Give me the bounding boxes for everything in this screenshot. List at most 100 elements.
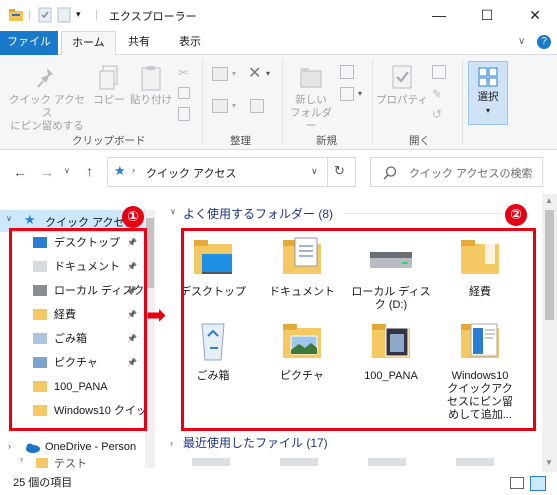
scroll-up-icon[interactable]: ▲ <box>545 196 553 205</box>
chevron-down-icon[interactable]: ∨ <box>170 207 176 216</box>
list-item[interactable] <box>368 458 406 466</box>
collapse-ribbon-icon[interactable]: ∨ <box>518 36 525 47</box>
group-label-open: 開く <box>409 135 430 147</box>
star-icon: ★ <box>24 212 36 227</box>
breadcrumb-separator-icon: › <box>132 165 135 175</box>
tab-view[interactable]: 表示 <box>169 31 211 55</box>
chevron-down-icon: ▾ <box>358 89 363 98</box>
star-icon: ★ <box>114 163 126 178</box>
properties-quick-icon[interactable] <box>38 7 52 23</box>
scrollbar-thumb[interactable] <box>545 210 554 320</box>
separator: | <box>28 7 32 21</box>
tab-share[interactable]: 共有 <box>118 31 160 55</box>
search-box[interactable]: クイック アクセスの検索 <box>370 157 543 187</box>
paste-icon <box>141 66 161 91</box>
customize-quick-access-icon[interactable]: ▾ <box>76 9 81 20</box>
easy-access-icon[interactable] <box>340 87 354 101</box>
search-icon <box>383 166 397 180</box>
copy-to-icon[interactable] <box>212 99 228 113</box>
breadcrumb[interactable]: クイック アクセス <box>146 165 237 181</box>
list-item[interactable] <box>456 458 494 466</box>
chevron-down-icon: ▾ <box>485 106 490 115</box>
sidebar-item-label: テスト <box>54 458 87 470</box>
group-separator <box>282 59 283 145</box>
copy-button[interactable]: コピー <box>91 65 127 107</box>
select-all-icon <box>478 67 498 87</box>
new-folder-button[interactable]: 新しい フォルダー <box>286 65 336 133</box>
new-folder-quick-icon[interactable] <box>57 7 71 23</box>
move-to-icon[interactable] <box>212 67 228 81</box>
copy-path-icon[interactable] <box>178 87 190 99</box>
recent-files-list <box>180 456 500 468</box>
maximize-button[interactable]: ☐ <box>467 4 507 26</box>
pin-icon <box>37 68 53 88</box>
sidebar-item-onedrive[interactable]: › OneDrive - Person <box>0 438 150 458</box>
annotation-badge-2: ② <box>505 204 527 226</box>
up-icon[interactable]: ↑ <box>86 163 93 179</box>
back-icon[interactable]: ← <box>13 164 27 180</box>
refresh-icon[interactable]: ↻ <box>334 163 345 179</box>
help-icon[interactable]: ? <box>537 35 551 49</box>
separator <box>327 158 328 186</box>
large-icons-view-icon[interactable] <box>530 476 546 491</box>
address-bar[interactable]: ★ › クイック アクセス ∨ ↻ <box>107 157 356 187</box>
new-item-icon[interactable] <box>340 65 354 79</box>
folder-icon <box>36 458 48 468</box>
properties-icon <box>392 65 412 89</box>
separator: | <box>95 7 99 21</box>
status-bar: 25 個の項目 <box>0 472 557 495</box>
tab-file[interactable]: ファイル <box>0 31 58 55</box>
chevron-right-icon: › <box>20 458 23 464</box>
details-view-icon[interactable] <box>510 477 524 489</box>
sidebar-item-label: OneDrive - Person <box>45 441 137 453</box>
delete-icon[interactable]: ✕ <box>248 63 261 83</box>
edit-icon[interactable]: ✎ <box>432 87 442 101</box>
section-header-recent[interactable]: 最近使用したファイル (17) <box>183 434 328 451</box>
open-icon[interactable] <box>432 65 446 79</box>
select-button[interactable]: 選択 ▾ <box>468 61 508 125</box>
rename-icon[interactable] <box>250 99 264 113</box>
ribbon: クイック アクセス にピン留めする コピー 貼り付け ✂ クリップボード ▾ ▾… <box>0 55 557 150</box>
onedrive-icon <box>26 443 40 453</box>
annotation-box-2 <box>181 228 536 431</box>
scroll-down-icon[interactable]: ▼ <box>545 458 553 467</box>
group-separator <box>372 59 373 145</box>
history-icon[interactable]: ↺ <box>432 107 442 121</box>
forward-icon[interactable]: → <box>40 164 54 180</box>
divider <box>343 213 503 214</box>
annotation-arrow: ➡ <box>146 302 167 329</box>
chevron-right-icon[interactable]: › <box>170 438 173 448</box>
group-separator <box>202 59 203 145</box>
content-scrollbar[interactable]: ▲ ▼ <box>542 194 557 472</box>
list-item[interactable] <box>280 458 318 466</box>
scrollbar-thumb[interactable] <box>146 218 154 288</box>
chevron-down-icon: ∨ <box>6 214 12 223</box>
pin-quick-access-button[interactable]: クイック アクセス にピン留めする <box>4 65 90 133</box>
group-label-new: 新規 <box>316 135 337 147</box>
section-header-frequent[interactable]: よく使用するフォルダー (8) <box>183 205 333 222</box>
cut-icon[interactable]: ✂ <box>178 65 189 81</box>
paste-button[interactable]: 貼り付け <box>128 65 174 107</box>
list-item[interactable] <box>192 458 230 466</box>
annotation-box-1 <box>9 228 147 431</box>
chevron-down-icon: ▾ <box>232 101 237 110</box>
properties-button[interactable]: プロパティ <box>376 65 428 107</box>
paste-shortcut-icon[interactable] <box>178 107 190 121</box>
chevron-down-icon: ▾ <box>232 69 237 78</box>
new-folder-icon <box>300 68 322 88</box>
copy-icon <box>99 65 118 90</box>
close-button[interactable]: ✕ <box>515 4 555 26</box>
annotation-badge-1: ① <box>122 206 144 228</box>
ribbon-tabs: ファイル ホーム 共有 表示 ∨ ? <box>0 31 557 56</box>
title-bar: | ▾ | エクスプローラー — ☐ ✕ <box>0 0 557 31</box>
search-input[interactable]: クイック アクセスの検索 <box>409 165 533 181</box>
status-item-count: 25 個の項目 <box>13 477 73 489</box>
tab-home[interactable]: ホーム <box>61 31 116 56</box>
sidebar-item-partial[interactable]: › テスト <box>0 458 150 472</box>
explorer-icon[interactable] <box>8 7 24 23</box>
address-dropdown-icon[interactable]: ∨ <box>311 166 318 177</box>
chevron-down-icon: ▾ <box>266 69 271 78</box>
minimize-button[interactable]: — <box>419 4 459 26</box>
recent-locations-icon[interactable]: ∨ <box>64 166 70 175</box>
group-label-clipboard: クリップボード <box>72 135 146 147</box>
